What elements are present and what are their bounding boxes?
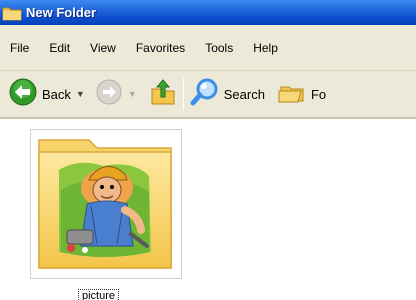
back-label: Back [42, 86, 71, 102]
folder-thumbnail[interactable] [30, 129, 182, 279]
forward-button[interactable]: ▼ [95, 78, 137, 111]
search-icon [190, 77, 220, 112]
menu-view[interactable]: View [90, 41, 116, 55]
menu-file[interactable]: File [10, 41, 29, 55]
toolbar: Back ▼ ▼ Search Fo [0, 71, 416, 119]
up-button[interactable] [149, 77, 177, 112]
menu-tools[interactable]: Tools [205, 41, 233, 55]
forward-arrow-icon [95, 78, 123, 111]
menu-edit[interactable]: Edit [49, 41, 70, 55]
toolbar-separator [182, 78, 184, 110]
back-dropdown-icon[interactable]: ▼ [76, 89, 85, 99]
folder-thumbnail-icon [38, 139, 172, 269]
forward-dropdown-icon[interactable]: ▼ [128, 89, 137, 99]
folders-label: Fo [310, 86, 327, 102]
file-name-label[interactable]: picture [78, 289, 120, 300]
folders-icon [277, 77, 307, 112]
file-list-area[interactable]: picture [0, 119, 416, 300]
back-button[interactable]: Back ▼ [8, 77, 85, 112]
menu-help[interactable]: Help [253, 41, 278, 55]
folders-button[interactable]: Fo [277, 77, 326, 112]
list-item[interactable]: picture [30, 129, 184, 300]
title-bar[interactable]: New Folder [0, 0, 416, 25]
menu-bar: File Edit View Favorites Tools Help [0, 25, 416, 71]
back-arrow-icon [8, 77, 38, 112]
up-folder-icon [149, 77, 177, 112]
window-title: New Folder [26, 5, 97, 20]
folder-icon [2, 5, 22, 21]
menu-favorites[interactable]: Favorites [136, 41, 185, 55]
search-button[interactable]: Search [190, 77, 265, 112]
search-label: Search [223, 86, 265, 102]
